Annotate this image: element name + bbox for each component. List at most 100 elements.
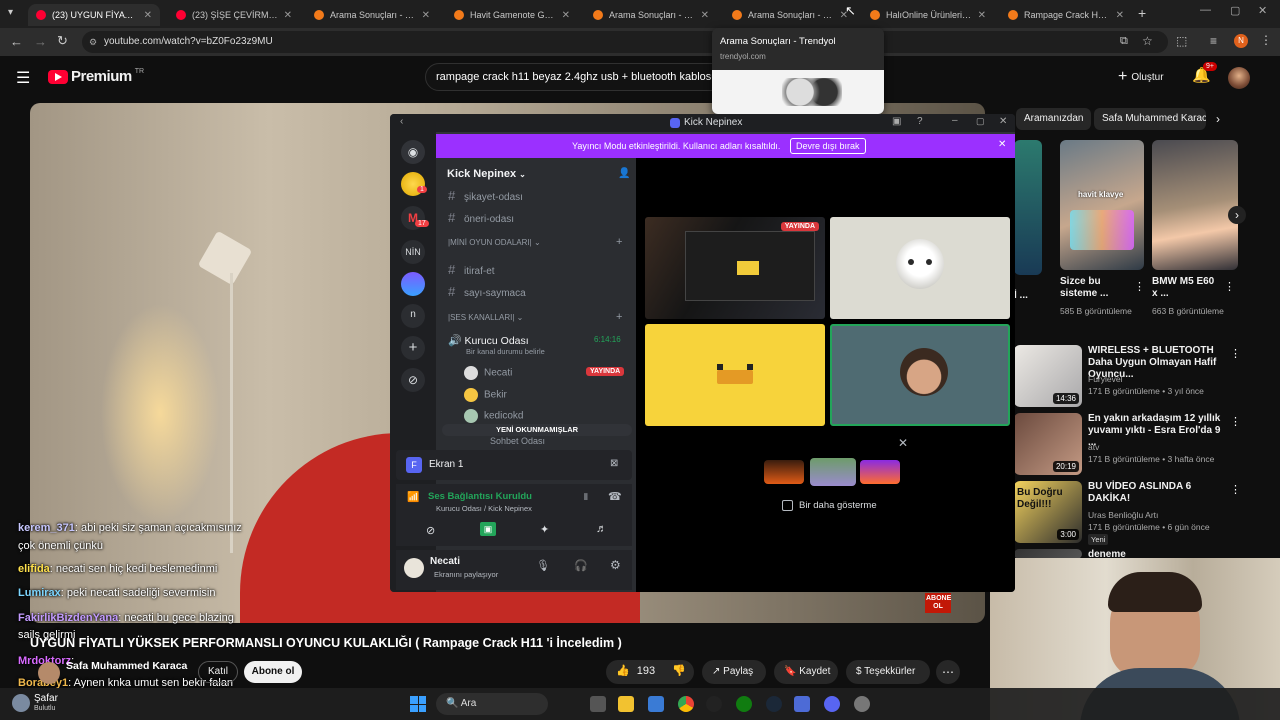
screen-share-stop-icon[interactable]: ⊠ (610, 458, 618, 469)
discord-taskbar-icon[interactable] (824, 696, 840, 712)
soundboard-button[interactable]: ♬ (596, 523, 607, 535)
voice-user[interactable]: Bekir (464, 388, 507, 402)
tab-close-icon[interactable]: ✕ (701, 10, 709, 21)
activities-button[interactable]: ✦ (540, 523, 549, 536)
recommendation-menu-icon[interactable]: ⋮ (1230, 415, 1241, 428)
recommendation-channel[interactable]: atv (1088, 442, 1099, 452)
profile-avatar-icon[interactable]: N (1234, 34, 1248, 48)
youtube-logo[interactable]: Premium TR (48, 68, 144, 85)
explore-servers-icon[interactable]: ⊘ (401, 368, 425, 392)
install-app-icon[interactable]: ⧉ (1120, 35, 1128, 48)
steam-icon[interactable] (766, 696, 782, 712)
disable-streamer-mode-button[interactable]: Devre dışı bırak (790, 138, 866, 154)
app-icon-8[interactable] (794, 696, 810, 712)
maximize-window-icon[interactable]: ▢ (1230, 4, 1240, 17)
partial-channel-label[interactable]: Sohbet Odası (490, 436, 545, 446)
chip-from-search[interactable]: Aramanızdan (1016, 108, 1092, 130)
like-button[interactable]: 👍 193 (616, 664, 655, 677)
channel-status[interactable]: Bir kanal durumu belirle (466, 347, 545, 356)
video-tile-user[interactable] (830, 324, 1010, 426)
extensions-icon[interactable]: ⬚ (1176, 34, 1187, 48)
close-window-icon[interactable]: ✕ (1258, 4, 1267, 17)
share-button[interactable]: ↗ Paylaş (702, 660, 766, 684)
create-button[interactable]: + Oluştur (1118, 64, 1164, 90)
file-explorer-icon[interactable] (618, 696, 634, 712)
channel-category[interactable]: |SES KANALLARI| ⌄ + (448, 311, 622, 323)
short-title-1[interactable]: Sizce bu sisteme ... (1060, 276, 1130, 300)
camera-off-button[interactable]: ⊘ (426, 524, 435, 537)
discord-maximize-icon[interactable]: ▢ (976, 116, 985, 127)
browser-tab[interactable]: Arama Sonuçları - Trendy✕ (724, 4, 856, 26)
channel-avatar[interactable] (38, 662, 60, 684)
short-menu-icon-1[interactable]: ⋮ (1134, 280, 1145, 293)
subscribe-button[interactable]: Abone ol (244, 661, 302, 683)
browser-tab[interactable]: Rampage Crack H11 Beya ✕ (1000, 4, 1132, 26)
reload-icon[interactable]: ↻ (57, 33, 68, 49)
server-icon-n[interactable]: n (401, 304, 425, 328)
taskbar-search[interactable]: 🔍 Ara (436, 693, 548, 715)
recommendation-channel[interactable]: Furylevel (1088, 374, 1122, 384)
add-server-icon[interactable]: + (401, 336, 425, 360)
browser-tab[interactable]: (23) UYGUN FİYATLI YÜKSE ✕ (28, 4, 160, 26)
text-channel[interactable]: # sayı-saymaca (448, 284, 526, 299)
text-channel[interactable]: # itiraf-et (448, 262, 495, 277)
back-icon[interactable]: ← (10, 34, 23, 49)
save-button[interactable]: 🔖 Kaydet (774, 660, 838, 684)
tab-close-icon[interactable]: ✕ (978, 10, 986, 21)
minimize-window-icon[interactable]: — (1200, 4, 1211, 16)
browser-tab[interactable]: (23) ŞİŞE ÇEVİRMECELİ ABD ✕ (168, 4, 300, 26)
voice-connected-title[interactable]: Ses Bağlantısı Kuruldu (428, 491, 532, 502)
new-tab-button[interactable]: + (1138, 5, 1146, 21)
shorts-next-icon[interactable]: › (1228, 206, 1246, 224)
xbox-icon[interactable] (736, 696, 752, 712)
discord-help-icon[interactable]: ? (917, 116, 923, 127)
video-tile-cat[interactable] (830, 217, 1010, 319)
windows-start-icon[interactable] (410, 696, 426, 712)
dislike-button[interactable]: 👎 (672, 664, 686, 677)
browser-tab[interactable]: Arama Sonuçları - Trendy✕ (585, 4, 717, 26)
thanks-button[interactable]: $ Teşekkürler (846, 660, 930, 684)
settings-taskbar-icon[interactable] (854, 696, 870, 712)
add-channel-icon[interactable]: + (616, 236, 622, 248)
voice-user[interactable]: Necati YAYINDA (464, 366, 625, 380)
recommendation-channel[interactable]: Uras Benlioğlu Artı (1088, 510, 1158, 520)
text-channel[interactable]: # öneri-odası (448, 210, 514, 225)
server-name-header[interactable]: Kick Nepinex ⌄ (447, 168, 526, 180)
url-bar[interactable]: ⚙ youtube.com/watch?v=bZ0Fo23z9MU (82, 31, 1168, 53)
headphones-icon[interactable]: 🎧 (574, 559, 588, 572)
short-thumb-2[interactable] (1152, 140, 1238, 270)
recommendation-thumbnail[interactable]: 14:36 (1014, 345, 1082, 407)
chip-channel[interactable]: Safa Muhammed Karaca (1094, 108, 1206, 130)
discord-inbox-icon[interactable]: ▣ (892, 116, 901, 127)
mic-icon[interactable]: 🎙 (536, 559, 550, 572)
browser-tab[interactable]: HalıOnline Ürünleri, İndiri ✕ (862, 4, 994, 26)
browser-menu-icon[interactable]: ⋮ (1260, 33, 1272, 47)
voice-user[interactable]: kedicokd (464, 409, 523, 423)
tab-close-icon[interactable]: ✕ (422, 10, 430, 21)
recommendation-menu-icon[interactable]: ⋮ (1230, 483, 1241, 496)
chrome-icon[interactable] (678, 696, 694, 712)
weather-icon[interactable] (12, 694, 30, 712)
notifications-button[interactable]: 🔔 9+ (1192, 62, 1217, 85)
user-avatar-discord[interactable] (404, 558, 424, 578)
chips-next-icon[interactable]: › (1216, 112, 1220, 126)
user-avatar[interactable] (1228, 67, 1250, 89)
discord-home-button[interactable]: ◉ (401, 140, 425, 164)
banner-close-icon[interactable]: ✕ (998, 139, 1006, 150)
noise-suppression-icon[interactable]: ⫴ (584, 492, 588, 503)
stream-tile-necati[interactable]: YAYINDA (645, 217, 825, 319)
discord-minimize-icon[interactable]: – (952, 115, 958, 126)
forward-icon[interactable]: → (34, 34, 47, 49)
text-channel[interactable]: # şikayet-odası (448, 188, 523, 203)
tab-close-icon[interactable]: ✕ (1116, 10, 1124, 21)
channel-name[interactable]: Safa Muhammed Karaca (66, 660, 187, 672)
recommendation-thumbnail[interactable]: 3:00 Bu Doğru Değil!!! (1014, 481, 1082, 543)
channel-category[interactable]: |MİNİ OYUN ODALARI| ⌄ + (448, 236, 622, 248)
bookmark-star-icon[interactable]: ☆ (1142, 34, 1153, 48)
media-control-icon[interactable]: ≡ (1210, 34, 1217, 48)
add-channel-icon[interactable]: + (616, 311, 622, 323)
join-button[interactable]: Katıl (198, 661, 238, 683)
settings-gear-icon[interactable]: ⚙ (610, 558, 621, 572)
server-icon-nin[interactable]: NİN (401, 240, 425, 264)
discord-back-icon[interactable]: ‹ (400, 116, 403, 127)
